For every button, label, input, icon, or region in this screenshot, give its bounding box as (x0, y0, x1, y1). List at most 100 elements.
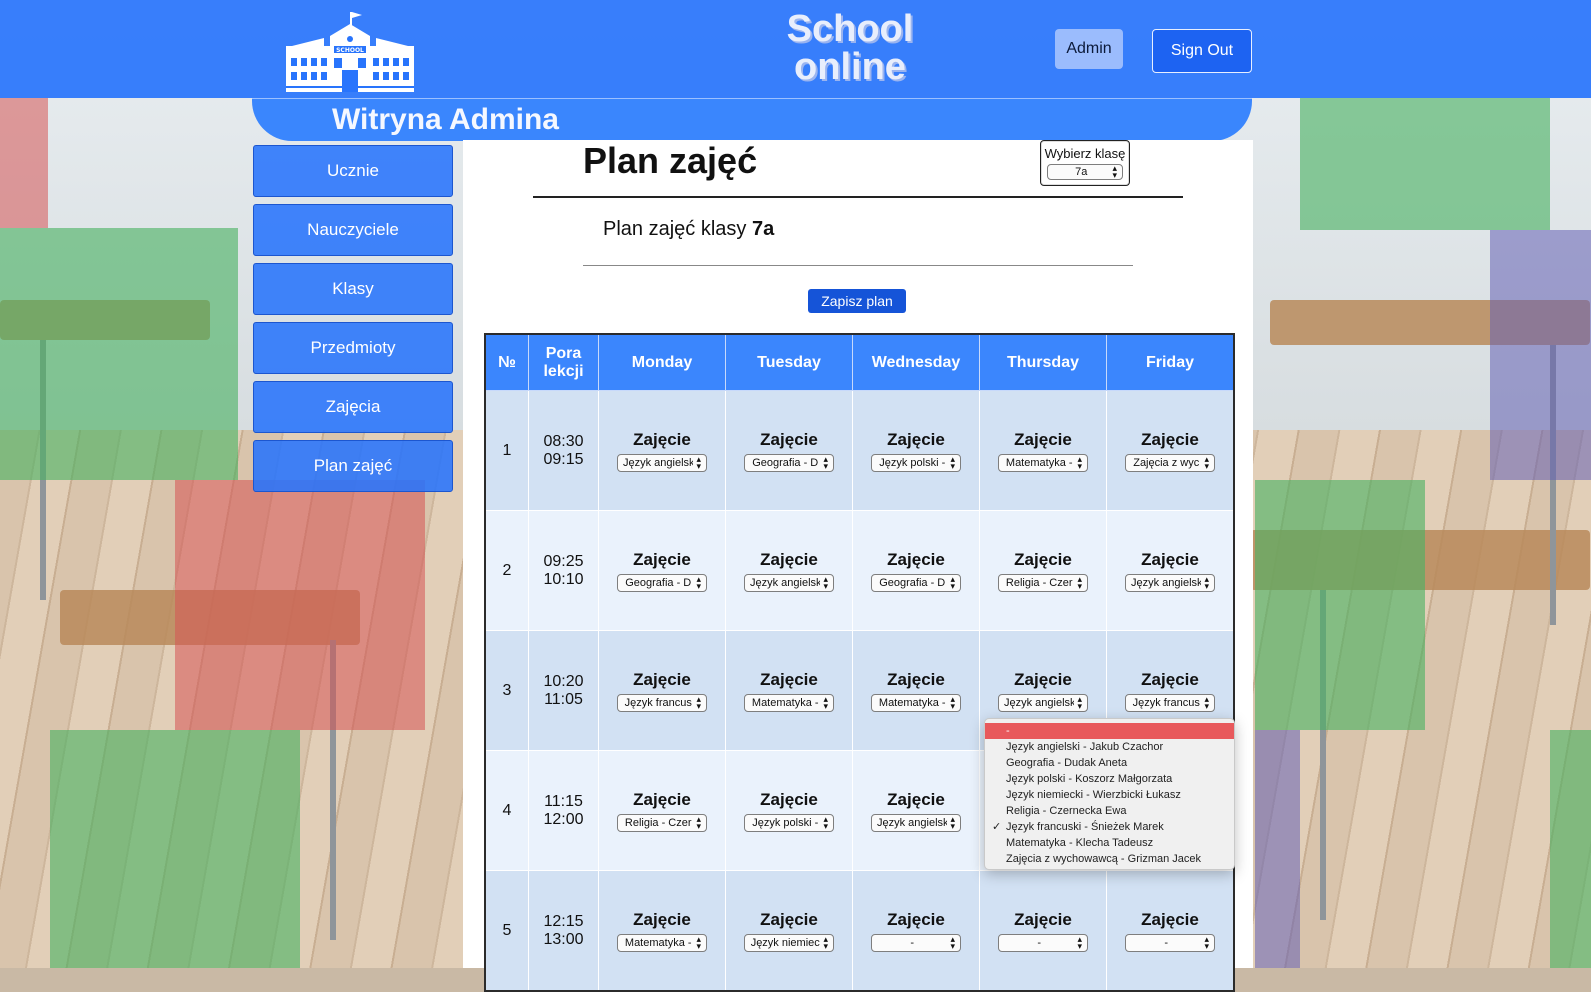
subtitle-class: 7a (751, 218, 775, 240)
lesson-select[interactable]: Język francus ▴ ▾ (1125, 693, 1215, 712)
lesson-cell-tuesday: Zajęcie Język niemiec ▴ ▾ (725, 870, 853, 992)
lesson-select[interactable]: Matematyka - ▴ ▾ (998, 453, 1088, 472)
svg-text:SCHOOL: SCHOOL (336, 47, 364, 54)
nav-item-plan-zajec[interactable]: Plan zajęć (253, 440, 453, 492)
lesson-time: 11:15 12:00 (528, 750, 599, 871)
lesson-cell-label: Zajęcie (887, 789, 945, 809)
lesson-select[interactable]: Matematyka - ▴ ▾ (617, 933, 707, 952)
lesson-cell-label: Zajęcie (633, 549, 691, 569)
dropdown-option[interactable]: Geografia - Dudak Aneta (985, 755, 1234, 771)
lesson-cell-wednesday: Zajęcie Język polski - ▴ ▾ (852, 390, 980, 511)
top-bar: SCHOOL School online Admin Sign Out (0, 0, 1591, 98)
lesson-select[interactable]: - ▴ ▾ (998, 933, 1088, 952)
col-header-friday: Friday (1106, 333, 1235, 391)
lesson-select[interactable]: Język angielski ▴ ▾ (871, 813, 961, 832)
lesson-start: 11:15 (544, 792, 583, 810)
select-arrows-icon: ▴ ▾ (1077, 573, 1082, 591)
lesson-select[interactable]: - ▴ ▾ (871, 933, 961, 952)
lesson-select[interactable]: Matematyka - ▴ ▾ (871, 693, 961, 712)
lesson-select[interactable]: Język francus ▴ ▾ (617, 693, 707, 712)
lesson-select[interactable]: - ▴ ▾ (1125, 933, 1215, 952)
subtitle-divider (583, 265, 1133, 266)
lesson-select-value: Język francus (1132, 696, 1200, 709)
lesson-time: 10:20 11:05 (528, 630, 599, 751)
lesson-cell-monday: Zajęcie Język angielski ▴ ▾ (598, 390, 726, 511)
select-arrows-icon: ▴ ▾ (823, 693, 828, 711)
dropdown-option-label: Język angielski - Jakub Czachor (1006, 741, 1164, 753)
dropdown-option[interactable]: Zajęcia z wychowawcą - Grizman Jacek (985, 851, 1234, 867)
lesson-cell-label: Zajęcie (760, 789, 818, 809)
dropdown-option-label: Język niemiecki - Wierzbicki Łukasz (1006, 789, 1181, 801)
lesson-cell-friday: Zajęcie Zajęcia z wyc ▴ ▾ (1106, 390, 1235, 511)
lesson-cell-wednesday: Zajęcie Geografia - D ▴ ▾ (852, 510, 980, 631)
lesson-start: 08:30 (543, 432, 584, 450)
lesson-select[interactable]: Geografia - D ▴ ▾ (871, 573, 961, 592)
dropdown-option[interactable]: ✓ Język francuski - Śnieżek Marek (985, 819, 1234, 835)
lesson-cell-label: Zajęcie (1141, 909, 1199, 929)
lesson-end: 12:00 (543, 810, 584, 828)
select-arrows-icon: ▴ ▾ (823, 933, 828, 951)
lesson-cell-label: Zajęcie (633, 429, 691, 449)
class-select-value: 7a (1075, 166, 1088, 178)
dropdown-option[interactable]: Matematyka - Klecha Tadeusz (985, 835, 1234, 851)
lesson-select[interactable]: Język angielski ▴ ▾ (617, 453, 707, 472)
class-picker: Wybierz klasę 7a ▴ ▾ (1040, 140, 1130, 186)
lesson-select-value: Matematyka - (1005, 456, 1073, 469)
col-header-monday: Monday (598, 333, 726, 391)
select-arrows-icon: ▴ ▾ (1204, 933, 1209, 951)
lesson-cell-friday: Zajęcie - ▴ ▾ (1106, 870, 1235, 992)
lesson-select-value: Język francus (624, 696, 692, 709)
col-header-thursday: Thursday (979, 333, 1107, 391)
lesson-select[interactable]: Język polski - ▴ ▾ (871, 453, 961, 472)
select-arrows-icon: ▴ ▾ (1077, 693, 1082, 711)
nav-item-przedmioty[interactable]: Przedmioty (253, 322, 453, 374)
lesson-cell-thursday: Zajęcie Religia - Czer ▴ ▾ (979, 510, 1107, 631)
lesson-select[interactable]: Język angielski ▴ ▾ (1125, 573, 1215, 592)
select-arrows-icon: ▴ ▾ (696, 573, 701, 591)
school-building-icon[interactable]: SCHOOL (284, 10, 416, 92)
lesson-select[interactable]: Religia - Czer ▴ ▾ (998, 573, 1088, 592)
lesson-select[interactable]: Religia - Czer ▴ ▾ (617, 813, 707, 832)
save-plan-button[interactable]: Zapisz plan (808, 289, 906, 313)
dropdown-option[interactable]: Język angielski - Jakub Czachor (985, 739, 1234, 755)
lesson-cell-wednesday: Zajęcie Język angielski ▴ ▾ (852, 750, 980, 871)
brand-line2: online (794, 46, 906, 88)
select-arrows-icon: ▴ ▾ (950, 813, 955, 831)
lesson-dropdown-menu[interactable]: - Język angielski - Jakub Czachor Geografi… (984, 718, 1235, 870)
lesson-select[interactable]: Geografia - D ▴ ▾ (617, 573, 707, 592)
class-select[interactable]: 7a ▴ ▾ (1047, 164, 1123, 180)
lesson-select-value: Język polski - (752, 816, 819, 829)
lesson-cell-wednesday: Zajęcie - ▴ ▾ (852, 870, 980, 992)
select-arrows-icon: ▴ ▾ (1204, 453, 1209, 471)
dropdown-option[interactable]: - (985, 723, 1234, 739)
lesson-cell-tuesday: Zajęcie Geografia - D ▴ ▾ (725, 390, 853, 511)
site-section-title: Witryna Admina (332, 103, 559, 136)
lesson-select[interactable]: Matematyka - ▴ ▾ (744, 693, 834, 712)
nav-item-nauczyciele[interactable]: Nauczyciele (253, 204, 453, 256)
lesson-select[interactable]: Język polski - ▴ ▾ (744, 813, 834, 832)
lesson-cell-label: Zajęcie (1141, 669, 1199, 689)
lesson-select-value: Język angielski (750, 576, 821, 589)
lesson-time: 08:30 09:15 (528, 390, 599, 511)
lesson-select[interactable]: Geografia - D ▴ ▾ (744, 453, 834, 472)
lesson-select-value: Religia - Czer (1005, 576, 1073, 589)
select-arrows-icon: ▴ ▾ (696, 693, 701, 711)
nav-item-klasy[interactable]: Klasy (253, 263, 453, 315)
dropdown-option[interactable]: Język niemiecki - Wierzbicki Łukasz (985, 787, 1234, 803)
lesson-select[interactable]: Język angielski ▴ ▾ (998, 693, 1088, 712)
brand-line1: School (786, 8, 914, 50)
admin-button[interactable]: Admin (1055, 29, 1123, 69)
dropdown-option-label: Język polski - Koszorz Małgorzata (1006, 773, 1173, 785)
dropdown-option[interactable]: Język polski - Koszorz Małgorzata (985, 771, 1234, 787)
lesson-select[interactable]: Zajęcia z wyc ▴ ▾ (1125, 453, 1215, 472)
sign-out-button[interactable]: Sign Out (1152, 29, 1252, 73)
lesson-select[interactable]: Język niemiec ▴ ▾ (744, 933, 834, 952)
select-arrows-icon: ▴ ▾ (696, 813, 701, 831)
lesson-cell-label: Zajęcie (887, 549, 945, 569)
nav-item-zajecia[interactable]: Zajęcia (253, 381, 453, 433)
lesson-select[interactable]: Język angielski ▴ ▾ (744, 573, 834, 592)
dropdown-option[interactable]: Religia - Czernecka Ewa (985, 803, 1234, 819)
lesson-number: 2 (484, 510, 529, 631)
nav-item-uczniowie[interactable]: Ucznie (253, 145, 453, 197)
brand-logo: School online (770, 10, 930, 86)
